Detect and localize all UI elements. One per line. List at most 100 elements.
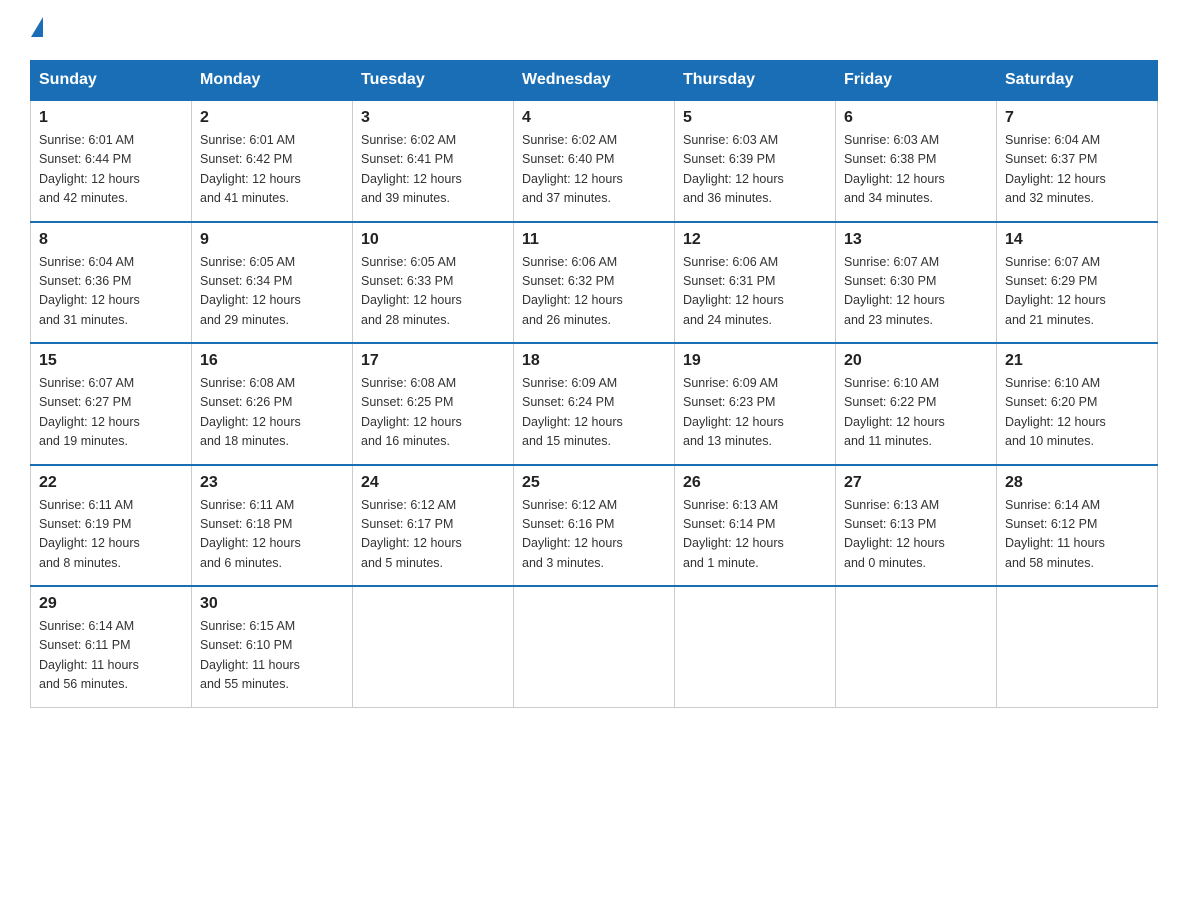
sunset-text: Sunset: 6:27 PM [39, 395, 131, 409]
daylight-text-2: and 55 minutes. [200, 677, 289, 691]
daylight-text-2: and 1 minute. [683, 556, 759, 570]
day-info: Sunrise: 6:04 AM Sunset: 6:36 PM Daylight:… [39, 253, 183, 331]
calendar-week-row: 8 Sunrise: 6:04 AM Sunset: 6:36 PM Daylight… [31, 222, 1158, 344]
calendar-cell: 27Sunrise: 6:13 AMSunset: 6:13 PMDayligh… [836, 465, 997, 587]
daylight-text-1: Daylight: 12 hours [844, 536, 945, 550]
calendar-cell: 24 Sunrise: 6:12 AMSunset: 6:17 PMDayligh… [353, 465, 514, 587]
day-info: Sunrise: 6:05 AMSunset: 6:33 PMDaylight:… [361, 253, 505, 331]
day-number: 15 [39, 352, 183, 370]
sunrise-text: Sunrise: 6:07 AM [844, 255, 939, 269]
sunrise-text: Sunrise: 6:10 AM [1005, 376, 1100, 390]
calendar-cell: 21Sunrise: 6:10 AMSunset: 6:20 PMDayligh… [997, 343, 1158, 465]
daylight-text-1: Daylight: 12 hours [844, 172, 945, 186]
calendar-cell: 17Sunrise: 6:08 AMSunset: 6:25 PMDayligh… [353, 343, 514, 465]
sunset-text: Sunset: 6:30 PM [844, 274, 936, 288]
daylight-text-2: and 41 minutes. [200, 191, 289, 205]
day-info: Sunrise: 6:06 AM Sunset: 6:32 PM Daylight:… [522, 253, 666, 331]
calendar-cell: 25Sunrise: 6:12 AMSunset: 6:16 PMDayligh… [514, 465, 675, 587]
sunrise-text: Sunrise: 6:05 AM [361, 255, 456, 269]
day-number: 11 [522, 231, 666, 249]
day-info: Sunrise: 6:07 AMSunset: 6:29 PMDaylight:… [1005, 253, 1149, 331]
day-info: Sunrise: 6:12 AMSunset: 6:17 PMDaylight:… [361, 496, 505, 574]
daylight-text-2: and 42 minutes. [39, 191, 128, 205]
header-friday: Friday [836, 61, 997, 101]
sunset-text: Sunset: 6:23 PM [683, 395, 775, 409]
day-info: Sunrise: 6:13 AMSunset: 6:14 PMDaylight:… [683, 496, 827, 574]
day-number: 2 [200, 109, 344, 127]
calendar-cell [675, 586, 836, 707]
day-number: 5 [683, 109, 827, 127]
day-info: Sunrise: 6:07 AM Sunset: 6:30 PM Daylight:… [844, 253, 988, 331]
daylight-text-2: and 5 minutes. [361, 556, 443, 570]
sunset-text: Sunset: 6:12 PM [1005, 517, 1097, 531]
daylight-text-2: and 37 minutes. [522, 191, 611, 205]
day-number: 19 [683, 352, 827, 370]
daylight-text-2: and 23 minutes. [844, 313, 933, 327]
calendar-cell [997, 586, 1158, 707]
daylight-text-1: Daylight: 12 hours [522, 293, 623, 307]
sunrise-text: Sunrise: 6:02 AM [522, 133, 617, 147]
daylight-text-1: Daylight: 12 hours [200, 415, 301, 429]
calendar-cell: 5Sunrise: 6:03 AMSunset: 6:39 PMDaylight… [675, 100, 836, 222]
sunrise-text: Sunrise: 6:06 AM [683, 255, 778, 269]
sunrise-text: Sunrise: 6:15 AM [200, 619, 295, 633]
calendar-cell: 4Sunrise: 6:02 AMSunset: 6:40 PMDaylight… [514, 100, 675, 222]
day-number: 22 [39, 474, 183, 492]
day-number: 20 [844, 352, 988, 370]
calendar-week-row: 29Sunrise: 6:14 AMSunset: 6:11 PMDayligh… [31, 586, 1158, 707]
header-wednesday: Wednesday [514, 61, 675, 101]
daylight-text-1: Daylight: 12 hours [361, 415, 462, 429]
sunrise-text: Sunrise: 6:03 AM [683, 133, 778, 147]
sunset-text: Sunset: 6:19 PM [39, 517, 131, 531]
daylight-text-2: and 18 minutes. [200, 434, 289, 448]
sunset-text: Sunset: 6:44 PM [39, 152, 131, 166]
daylight-text-1: Daylight: 11 hours [39, 658, 139, 672]
day-number: 8 [39, 231, 183, 249]
day-info: Sunrise: 6:08 AMSunset: 6:26 PMDaylight:… [200, 374, 344, 452]
daylight-text-2: and 28 minutes. [361, 313, 450, 327]
day-info: Sunrise: 6:06 AMSunset: 6:31 PMDaylight:… [683, 253, 827, 331]
sunset-text: Sunset: 6:26 PM [200, 395, 292, 409]
daylight-text-2: and 6 minutes. [200, 556, 282, 570]
daylight-text-1: Daylight: 12 hours [39, 172, 140, 186]
daylight-text-2: and 26 minutes. [522, 313, 611, 327]
day-info: Sunrise: 6:14 AM Sunset: 6:12 PM Daylight:… [1005, 496, 1149, 574]
calendar-cell: 29Sunrise: 6:14 AMSunset: 6:11 PMDayligh… [31, 586, 192, 707]
sunrise-text: Sunrise: 6:01 AM [39, 133, 134, 147]
sunrise-text: Sunrise: 6:02 AM [361, 133, 456, 147]
day-info: Sunrise: 6:01 AM Sunset: 6:44 PM Daylight:… [39, 131, 183, 209]
daylight-text-1: Daylight: 12 hours [844, 293, 945, 307]
calendar-cell: 10Sunrise: 6:05 AMSunset: 6:33 PMDayligh… [353, 222, 514, 344]
day-number: 24 [361, 474, 505, 492]
calendar-cell: 28Sunrise: 6:14 AMSunset: 6:12 PMDayligh… [997, 465, 1158, 587]
sunrise-text: Sunrise: 6:13 AM [844, 498, 939, 512]
header-saturday: Saturday [997, 61, 1158, 101]
sunset-text: Sunset: 6:42 PM [200, 152, 292, 166]
daylight-text-1: Daylight: 12 hours [522, 536, 623, 550]
calendar-cell: 16Sunrise: 6:08 AMSunset: 6:26 PMDayligh… [192, 343, 353, 465]
daylight-text-2: and 39 minutes. [361, 191, 450, 205]
daylight-text-1: Daylight: 11 hours [1005, 536, 1105, 550]
sunset-text: Sunset: 6:36 PM [39, 274, 131, 288]
calendar-cell: 26Sunrise: 6:13 AMSunset: 6:14 PMDayligh… [675, 465, 836, 587]
calendar-cell: 30Sunrise: 6:15 AMSunset: 6:10 PMDayligh… [192, 586, 353, 707]
page-header [30, 20, 1158, 40]
sunrise-text: Sunrise: 6:12 AM [522, 498, 617, 512]
day-info: Sunrise: 6:02 AMSunset: 6:41 PMDaylight:… [361, 131, 505, 209]
daylight-text-1: Daylight: 11 hours [200, 658, 300, 672]
calendar-cell: 19Sunrise: 6:09 AMSunset: 6:23 PMDayligh… [675, 343, 836, 465]
calendar-cell [836, 586, 997, 707]
day-number: 21 [1005, 352, 1149, 370]
day-number: 23 [200, 474, 344, 492]
sunrise-text: Sunrise: 6:09 AM [683, 376, 778, 390]
daylight-text-1: Daylight: 12 hours [39, 293, 140, 307]
sunrise-text: Sunrise: 6:10 AM [844, 376, 939, 390]
sunrise-text: Sunrise: 6:04 AM [39, 255, 134, 269]
sunrise-text: Sunrise: 6:14 AM [1005, 498, 1100, 512]
calendar-cell: 11 Sunrise: 6:06 AM Sunset: 6:32 PM Dayligh… [514, 222, 675, 344]
daylight-text-1: Daylight: 12 hours [361, 536, 462, 550]
sunset-text: Sunset: 6:32 PM [522, 274, 614, 288]
calendar-header-row: SundayMondayTuesdayWednesdayThursdayFrid… [31, 61, 1158, 101]
sunset-text: Sunset: 6:22 PM [844, 395, 936, 409]
sunrise-text: Sunrise: 6:06 AM [522, 255, 617, 269]
